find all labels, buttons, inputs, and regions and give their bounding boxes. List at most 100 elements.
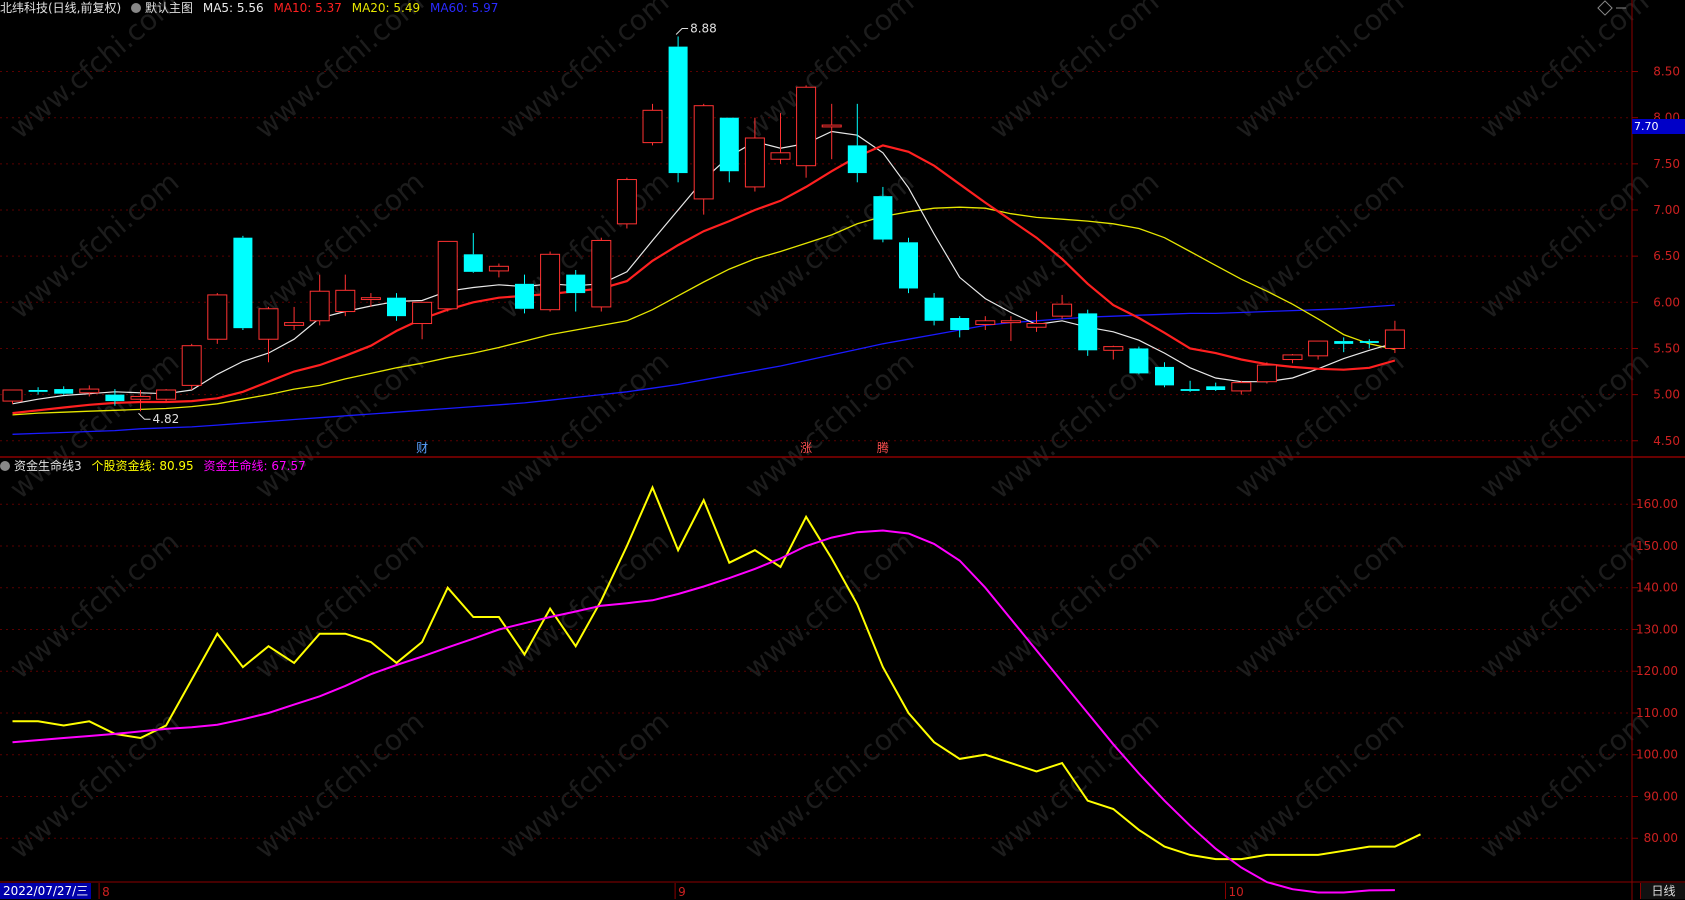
candle xyxy=(1103,345,1124,360)
gear-icon[interactable] xyxy=(0,461,10,471)
candle-body-down xyxy=(387,297,406,317)
chart-canvas: www.cfchi.com www.cfchi.com www.cfchi.com w… xyxy=(0,0,1685,900)
candle xyxy=(1282,354,1303,364)
indicator-title[interactable]: 资金生命线3 xyxy=(0,459,82,473)
event-label: 腾 xyxy=(877,440,889,455)
price-tick-label: 5.00 xyxy=(1653,388,1680,402)
watermark-text: www.cfchi.com xyxy=(1228,165,1410,325)
watermark-text: www.cfchi.com xyxy=(493,525,675,685)
candlestick-series xyxy=(2,36,1405,412)
min-price-pointer xyxy=(138,412,151,420)
price-tick-label: 6.50 xyxy=(1653,249,1680,263)
candle xyxy=(616,177,637,229)
fund-tick-label: 120.00 xyxy=(1636,664,1678,678)
candle-body-down xyxy=(719,117,739,172)
watermark-text: www.cfchi.com xyxy=(983,525,1165,685)
candle-body-up xyxy=(1384,329,1405,349)
max-price-label: 8.88 xyxy=(690,21,717,35)
fund-tick-label: 140.00 xyxy=(1636,581,1678,595)
candle xyxy=(1052,294,1073,319)
candle-body-up xyxy=(181,345,202,386)
fund-tick-label: 100.00 xyxy=(1636,748,1678,762)
fund-tick-label: 110.00 xyxy=(1636,706,1678,720)
watermark-text: www.cfchi.com xyxy=(248,0,430,145)
gear-icon[interactable] xyxy=(131,3,142,13)
fund-tick-label: 80.00 xyxy=(1644,831,1678,845)
month-label: 10 xyxy=(1229,885,1244,899)
fund-tick-label: 160.00 xyxy=(1636,497,1678,511)
candle xyxy=(181,343,202,390)
candle xyxy=(412,301,433,340)
fund-line xyxy=(12,484,1421,861)
candle-body-up xyxy=(1231,382,1252,392)
candle xyxy=(1359,339,1379,349)
current-price-marker: 7.70 xyxy=(1632,119,1685,134)
candle-body-down xyxy=(668,46,688,174)
candle xyxy=(156,389,177,402)
watermark-text: www.cfchi.com xyxy=(1228,0,1410,145)
indicator-panel-header: 资金生命线3 个股资金线: 80.95 资金生命线: 67.57 xyxy=(0,458,312,474)
candle-body-down xyxy=(924,297,944,321)
cursor-date: 2022/07/27/三 xyxy=(0,883,92,899)
candle xyxy=(28,387,48,395)
fund-indicator-lines xyxy=(12,484,1421,894)
watermark-text: www.cfchi.com xyxy=(1473,0,1655,145)
candle-body-up xyxy=(1103,346,1124,351)
watermark-text: www.cfchi.com xyxy=(493,345,675,505)
watermark-layer: www.cfchi.com www.cfchi.com www.cfchi.com w… xyxy=(3,0,1655,865)
candle-body-up xyxy=(79,388,100,394)
fund-tick-label: 150.00 xyxy=(1636,539,1678,553)
candle xyxy=(335,274,356,317)
candle-body-up xyxy=(540,253,561,311)
candle-body-up xyxy=(642,109,663,144)
main-chart-label[interactable]: 默认主图 xyxy=(131,1,193,15)
candle xyxy=(284,306,305,330)
candle xyxy=(1180,380,1200,392)
event-label: 财 xyxy=(416,441,428,455)
watermark-text: www.cfchi.com xyxy=(1228,705,1410,865)
candle xyxy=(2,389,23,404)
stock-title[interactable]: 北纬科技(日线,前复权) xyxy=(0,1,121,15)
watermark-text: www.cfchi.com xyxy=(738,525,920,685)
candle xyxy=(1078,309,1098,356)
price-tick-label: 8.50 xyxy=(1653,65,1680,79)
candle xyxy=(796,85,817,178)
candle xyxy=(1308,340,1329,360)
price-tick-label: 5.50 xyxy=(1653,341,1680,355)
candle xyxy=(463,233,483,273)
candle-body-up xyxy=(2,389,23,402)
watermark-text: www.cfchi.com xyxy=(3,0,185,145)
month-ticks: 8 9 10 xyxy=(98,883,1244,899)
candle xyxy=(540,251,561,312)
candle xyxy=(437,240,458,312)
period-selector[interactable]: 日线 xyxy=(1640,883,1685,899)
watermark-text: www.cfchi.com xyxy=(738,705,920,865)
ma10-value: MA10: 5.37 xyxy=(273,1,342,15)
price-tick-label: 6.00 xyxy=(1653,295,1680,309)
candle-body-down xyxy=(463,254,483,272)
candle-body-down xyxy=(873,196,893,240)
watermark-text: www.cfchi.com xyxy=(1473,705,1655,865)
candle xyxy=(54,386,74,395)
candle-body-up xyxy=(130,395,151,400)
candle-body-up xyxy=(616,179,637,225)
candle-body-down xyxy=(950,318,970,330)
fund-axis: 80.00 90.00 100.00 110.00 120.00 130.00 140.00… xyxy=(1632,497,1678,845)
life-line-value: 资金生命线: 67.57 xyxy=(203,459,306,473)
month-label: 8 xyxy=(102,885,110,899)
candle xyxy=(642,103,663,146)
watermark-text: www.cfchi.com xyxy=(248,345,430,505)
candle xyxy=(233,235,253,330)
candle xyxy=(668,36,688,183)
candle xyxy=(1129,346,1149,375)
candle xyxy=(975,316,996,330)
watermark-text: www.cfchi.com xyxy=(983,0,1165,145)
candle-body-down xyxy=(566,274,586,294)
candle-body-down xyxy=(515,283,534,309)
watermark-text: www.cfchi.com xyxy=(3,525,185,685)
watermark-text: www.cfchi.com xyxy=(983,705,1165,865)
candle-body-up xyxy=(1256,364,1277,383)
watermark-text: www.cfchi.com xyxy=(983,165,1165,325)
candle-body-up xyxy=(309,290,330,322)
candle-body-up xyxy=(591,239,612,308)
